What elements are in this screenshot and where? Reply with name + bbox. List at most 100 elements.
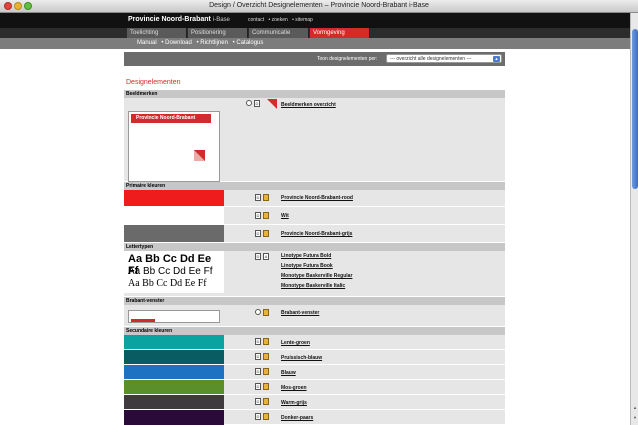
- search-link[interactable]: • zoeken: [269, 17, 288, 23]
- document-icon[interactable]: D: [255, 338, 261, 345]
- font-link[interactable]: Linotype Futura Bold: [281, 253, 331, 259]
- folder-download-icon[interactable]: [263, 413, 269, 420]
- document-icon[interactable]: D: [255, 383, 261, 390]
- tab-communicatie[interactable]: Communicatie: [249, 28, 309, 38]
- color-link[interactable]: Donker-paars: [281, 415, 313, 421]
- color-link[interactable]: Mos-groen: [281, 385, 307, 391]
- color-swatch: [124, 365, 224, 379]
- main-tabs: Toelichting Positionering Communicatie V…: [0, 28, 630, 38]
- brabant-venster-link[interactable]: Brabant-venster: [281, 310, 319, 316]
- document-icon[interactable]: D: [255, 368, 261, 375]
- subnav-manual[interactable]: Manual: [137, 40, 157, 46]
- color-link[interactable]: Wit: [281, 213, 289, 219]
- site-header: Provincie Noord-Brabant i-Base contact • …: [0, 13, 630, 28]
- magnifier-icon[interactable]: [246, 100, 252, 106]
- document-icon[interactable]: D: [255, 353, 261, 360]
- brabant-flag-icon: [194, 150, 205, 161]
- tab-toelichting[interactable]: Toelichting: [127, 28, 187, 38]
- color-link[interactable]: Lente-groen: [281, 340, 310, 346]
- color-swatch: [124, 207, 224, 224]
- folder-download-icon[interactable]: [263, 338, 269, 345]
- contact-link[interactable]: contact: [248, 17, 264, 23]
- folder-download-icon[interactable]: [263, 212, 269, 219]
- baskerville-sample: Aa Bb Cc Dd Ee Ff: [128, 278, 207, 289]
- color-row: D Warm-grijs: [124, 395, 505, 410]
- document-icon[interactable]: D: [255, 230, 261, 237]
- color-row: D Lente-groen: [124, 335, 505, 350]
- color-swatch: [124, 335, 224, 349]
- red-flag-icon: [267, 99, 277, 109]
- sub-navigation: Manual • Download • Richtlijnen • Catalo…: [0, 38, 630, 49]
- top-links: contact • zoeken • sitemap: [248, 17, 316, 23]
- venster-row: Brabant-venster: [124, 305, 505, 327]
- document-icon[interactable]: D: [255, 413, 261, 420]
- document-icon[interactable]: D: [255, 253, 261, 260]
- beeldmerken-row: Provincie Noord-Brabant D Beeldmerken ov…: [124, 98, 505, 182]
- color-row: D Pruissisch-blauw: [124, 350, 505, 365]
- brand-sub: i-Base: [212, 17, 230, 23]
- filter-label: Toon designelementen per:: [317, 56, 378, 62]
- section-secundaire-kleuren: Secundaire kleuren: [124, 327, 505, 335]
- vertical-scrollbar[interactable]: ▲ ▼: [630, 13, 638, 425]
- tab-vormgeving[interactable]: Vormgeving: [310, 28, 370, 38]
- color-swatch: [124, 410, 224, 425]
- font-file-icon[interactable]: A: [263, 253, 269, 260]
- folder-download-icon[interactable]: [263, 353, 269, 360]
- beeldmerken-overzicht-link[interactable]: Beeldmerken overzicht: [281, 102, 336, 108]
- document-icon[interactable]: D: [254, 100, 260, 107]
- tab-positionering[interactable]: Positionering: [188, 28, 248, 38]
- color-link[interactable]: Provincie Noord-Brabant-grijs: [281, 231, 352, 237]
- color-swatch: [124, 395, 224, 409]
- color-swatch: [124, 380, 224, 394]
- section-brabant-venster: Brabant-venster: [124, 297, 505, 305]
- select-arrows-icon: ▲: [493, 56, 500, 62]
- font-link[interactable]: Monotype Baskerville Italic: [281, 283, 345, 289]
- color-row: D Provincie Noord-Brabant-rood: [124, 190, 505, 207]
- folder-download-icon[interactable]: [263, 309, 269, 316]
- font-link[interactable]: Monotype Baskerville Regular: [281, 273, 352, 279]
- color-link[interactable]: Blauw: [281, 370, 296, 376]
- color-row: D Mos-groen: [124, 380, 505, 395]
- venster-preview[interactable]: [128, 310, 220, 323]
- subnav-richtlijnen[interactable]: • Richtlijnen: [196, 40, 227, 46]
- page-title: Designelementen: [126, 79, 181, 86]
- color-link[interactable]: Warm-grijs: [281, 400, 307, 406]
- color-link[interactable]: Pruissisch-blauw: [281, 355, 322, 361]
- futura-book-sample: Aa Bb Cc Dd Ee Ff: [128, 266, 213, 277]
- font-samples: Aa Bb Cc Dd Ee Ff Aa Bb Cc Dd Ee Ff Aa B…: [124, 251, 224, 293]
- color-row: D Wit: [124, 207, 505, 225]
- brand-logo[interactable]: Provincie Noord-Brabant i-Base: [128, 16, 230, 23]
- folder-download-icon[interactable]: [263, 230, 269, 237]
- document-icon[interactable]: D: [255, 212, 261, 219]
- window-title: Design / Overzicht Designelementen – Pro…: [209, 2, 429, 9]
- magnifier-icon[interactable]: [255, 309, 261, 315]
- folder-download-icon[interactable]: [263, 194, 269, 201]
- color-swatch: [124, 225, 224, 242]
- subnav-download[interactable]: • Download: [161, 40, 191, 46]
- color-swatch: [124, 350, 224, 364]
- subnav-catalogus[interactable]: • Catalogus: [233, 40, 264, 46]
- folder-download-icon[interactable]: [263, 368, 269, 375]
- filter-bar: Toon designelementen per: --- overzicht …: [124, 52, 505, 66]
- brand-name: Provincie Noord-Brabant: [128, 16, 211, 23]
- scroll-down-icon[interactable]: ▼: [632, 415, 638, 421]
- folder-download-icon[interactable]: [263, 398, 269, 405]
- section-beeldmerken: Beeldmerken: [124, 90, 505, 98]
- filter-selected-value: --- overzicht alle designelementen ---: [390, 56, 472, 62]
- designelementen-panel: Designelementen Beeldmerken Provincie No…: [124, 77, 505, 425]
- venster-red-bar: [131, 319, 155, 322]
- document-icon[interactable]: D: [255, 398, 261, 405]
- font-link[interactable]: Linotype Futura Book: [281, 263, 333, 269]
- logo-preview[interactable]: Provincie Noord-Brabant: [128, 111, 220, 182]
- color-swatch: [124, 190, 224, 206]
- color-link[interactable]: Provincie Noord-Brabant-rood: [281, 195, 353, 201]
- window-titlebar: Design / Overzicht Designelementen – Pro…: [0, 0, 638, 13]
- beeldmerken-actions: D: [246, 100, 260, 107]
- scrollbar-thumb[interactable]: [632, 29, 638, 189]
- sitemap-link[interactable]: • sitemap: [292, 17, 313, 23]
- scroll-up-icon[interactable]: ▲: [632, 405, 638, 411]
- filter-select[interactable]: --- overzicht alle designelementen --- ▲: [386, 54, 502, 63]
- folder-download-icon[interactable]: [263, 383, 269, 390]
- document-icon[interactable]: D: [255, 194, 261, 201]
- lettertypen-row: Aa Bb Cc Dd Ee Ff Aa Bb Cc Dd Ee Ff Aa B…: [124, 251, 505, 297]
